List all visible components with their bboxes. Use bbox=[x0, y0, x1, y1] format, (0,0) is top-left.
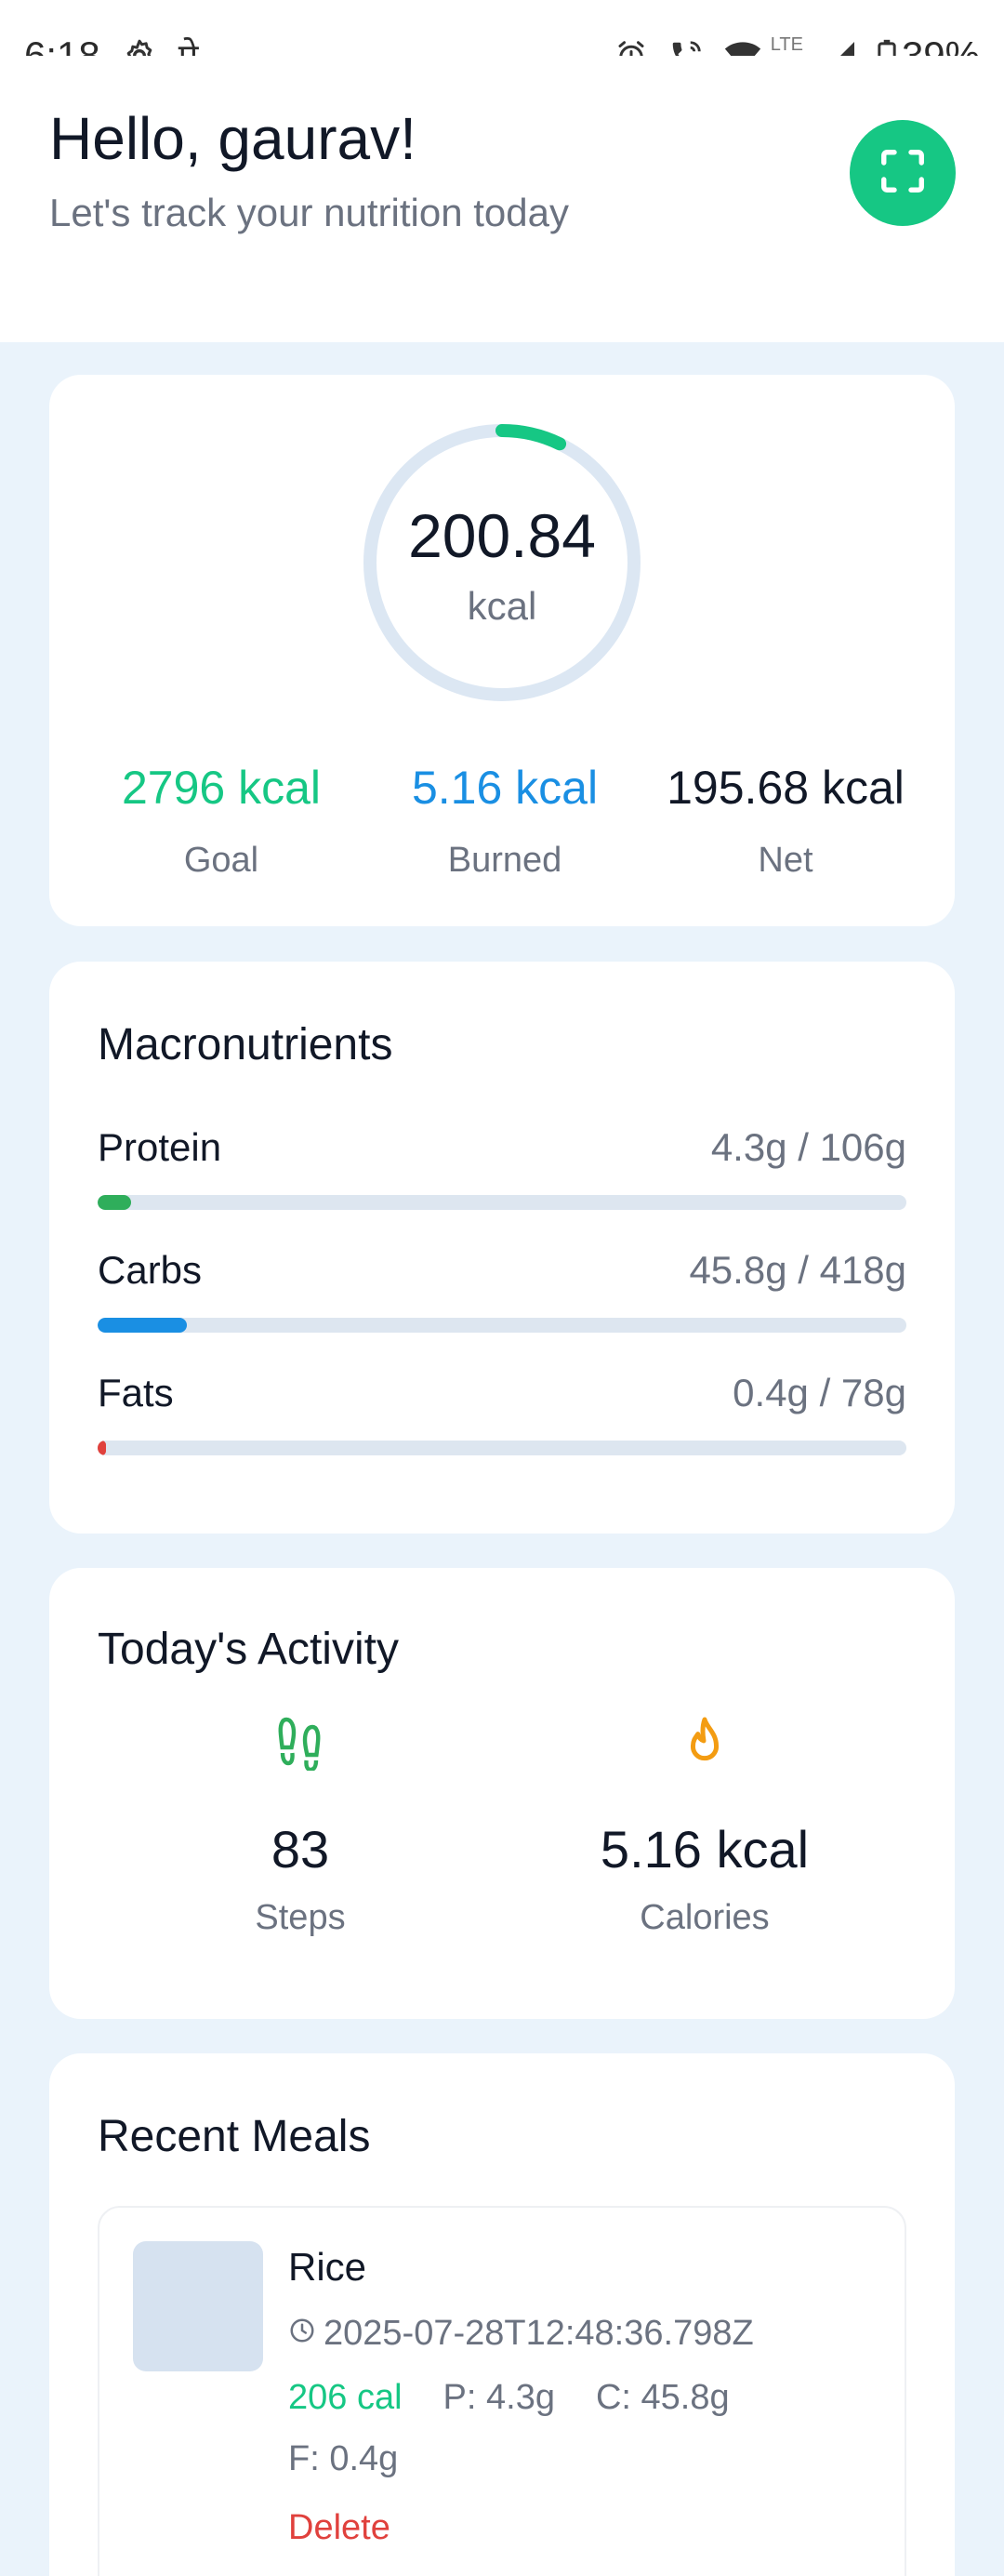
goal-value: 2796 kcal bbox=[121, 762, 322, 814]
meal-timestamp: 2025-07-28T12:48:36.798Z bbox=[324, 2314, 754, 2353]
burned-label: Burned bbox=[447, 841, 562, 880]
greeting-title: Hello, gaurav! bbox=[49, 105, 416, 172]
activity-calories-label: Calories bbox=[640, 1898, 770, 1937]
goal-label: Goal bbox=[183, 841, 259, 880]
calorie-summary-card: 200.84 kcal 2796 kcal Goal 5.16 kcal Bur… bbox=[49, 375, 955, 926]
steps-value: 83 bbox=[271, 1820, 330, 1879]
meal-name: Rice bbox=[288, 2245, 367, 2289]
calories-consumed-unit: kcal bbox=[467, 584, 537, 628]
activity-calories-stat: 5.16 kcal Calories bbox=[556, 1707, 853, 1938]
activity-calories-value: 5.16 kcal bbox=[600, 1820, 810, 1879]
footsteps-icon bbox=[274, 1715, 326, 1775]
macro-name: Fats bbox=[98, 1371, 174, 1414]
macro-name: Carbs bbox=[98, 1248, 203, 1292]
macro-amount: 45.8g / 418g bbox=[689, 1248, 906, 1292]
activity-title: Today's Activity bbox=[98, 1625, 399, 1674]
network-type: LTE bbox=[770, 33, 803, 55]
meal-thumbnail bbox=[133, 2241, 263, 2371]
macro-progress-fill bbox=[98, 1318, 187, 1333]
clock-icon bbox=[288, 2314, 316, 2354]
net-value: 195.68 kcal bbox=[667, 762, 905, 814]
recent-meals-card: Recent Meals Rice 2025-07-28T12:48:36.79… bbox=[49, 2053, 955, 2576]
macro-progress-track bbox=[98, 1195, 906, 1210]
meal-fat: F: 0.4g bbox=[288, 2439, 399, 2478]
macro-amount: 4.3g / 106g bbox=[710, 1125, 906, 1169]
steps-stat: 83 Steps bbox=[152, 1707, 449, 1938]
macronutrients-card: Macronutrients Protein 4.3g / 106g Carbs… bbox=[49, 962, 955, 1534]
greeting-subtitle: Let's track your nutrition today bbox=[49, 191, 569, 234]
recent-meals-title: Recent Meals bbox=[98, 2112, 371, 2161]
macro-progress-track bbox=[98, 1318, 906, 1333]
meal-calories: 206 cal bbox=[288, 2378, 403, 2417]
activity-card: Today's Activity 83 Steps 5.16 kcal Calo… bbox=[49, 1568, 955, 2019]
scan-frame-icon bbox=[878, 146, 928, 201]
macro-progress-track bbox=[98, 1441, 906, 1455]
net-stat: 195.68 kcal Net bbox=[637, 761, 934, 881]
meal-macros-row: 206 cal P: 4.3g C: 45.8g bbox=[288, 2378, 730, 2418]
burned-stat: 5.16 kcal Burned bbox=[356, 761, 654, 881]
scan-button[interactable] bbox=[850, 120, 956, 226]
calorie-ring: 200.84 kcal bbox=[361, 421, 643, 704]
meal-timestamp-row: 2025-07-28T12:48:36.798Z bbox=[288, 2314, 754, 2354]
macro-progress-fill bbox=[98, 1195, 131, 1210]
calories-consumed-value: 200.84 bbox=[408, 501, 596, 570]
net-label: Net bbox=[758, 841, 813, 880]
meal-item[interactable]: Rice 2025-07-28T12:48:36.798Z 206 cal P:… bbox=[98, 2206, 906, 2576]
macro-amount: 0.4g / 78g bbox=[733, 1371, 906, 1414]
meal-carbs: C: 45.8g bbox=[595, 2378, 730, 2417]
goal-stat: 2796 kcal Goal bbox=[73, 761, 370, 881]
flame-icon bbox=[681, 1715, 728, 1775]
meal-protein: P: 4.3g bbox=[443, 2378, 555, 2417]
meal-delete-button[interactable]: Delete bbox=[288, 2508, 390, 2548]
burned-value: 5.16 kcal bbox=[411, 762, 599, 814]
macro-name: Protein bbox=[98, 1125, 222, 1169]
steps-label: Steps bbox=[255, 1898, 346, 1937]
macro-progress-fill bbox=[98, 1441, 106, 1455]
macronutrients-title: Macronutrients bbox=[98, 1020, 393, 1069]
header: Hello, gaurav! Let's track your nutritio… bbox=[0, 56, 1004, 342]
